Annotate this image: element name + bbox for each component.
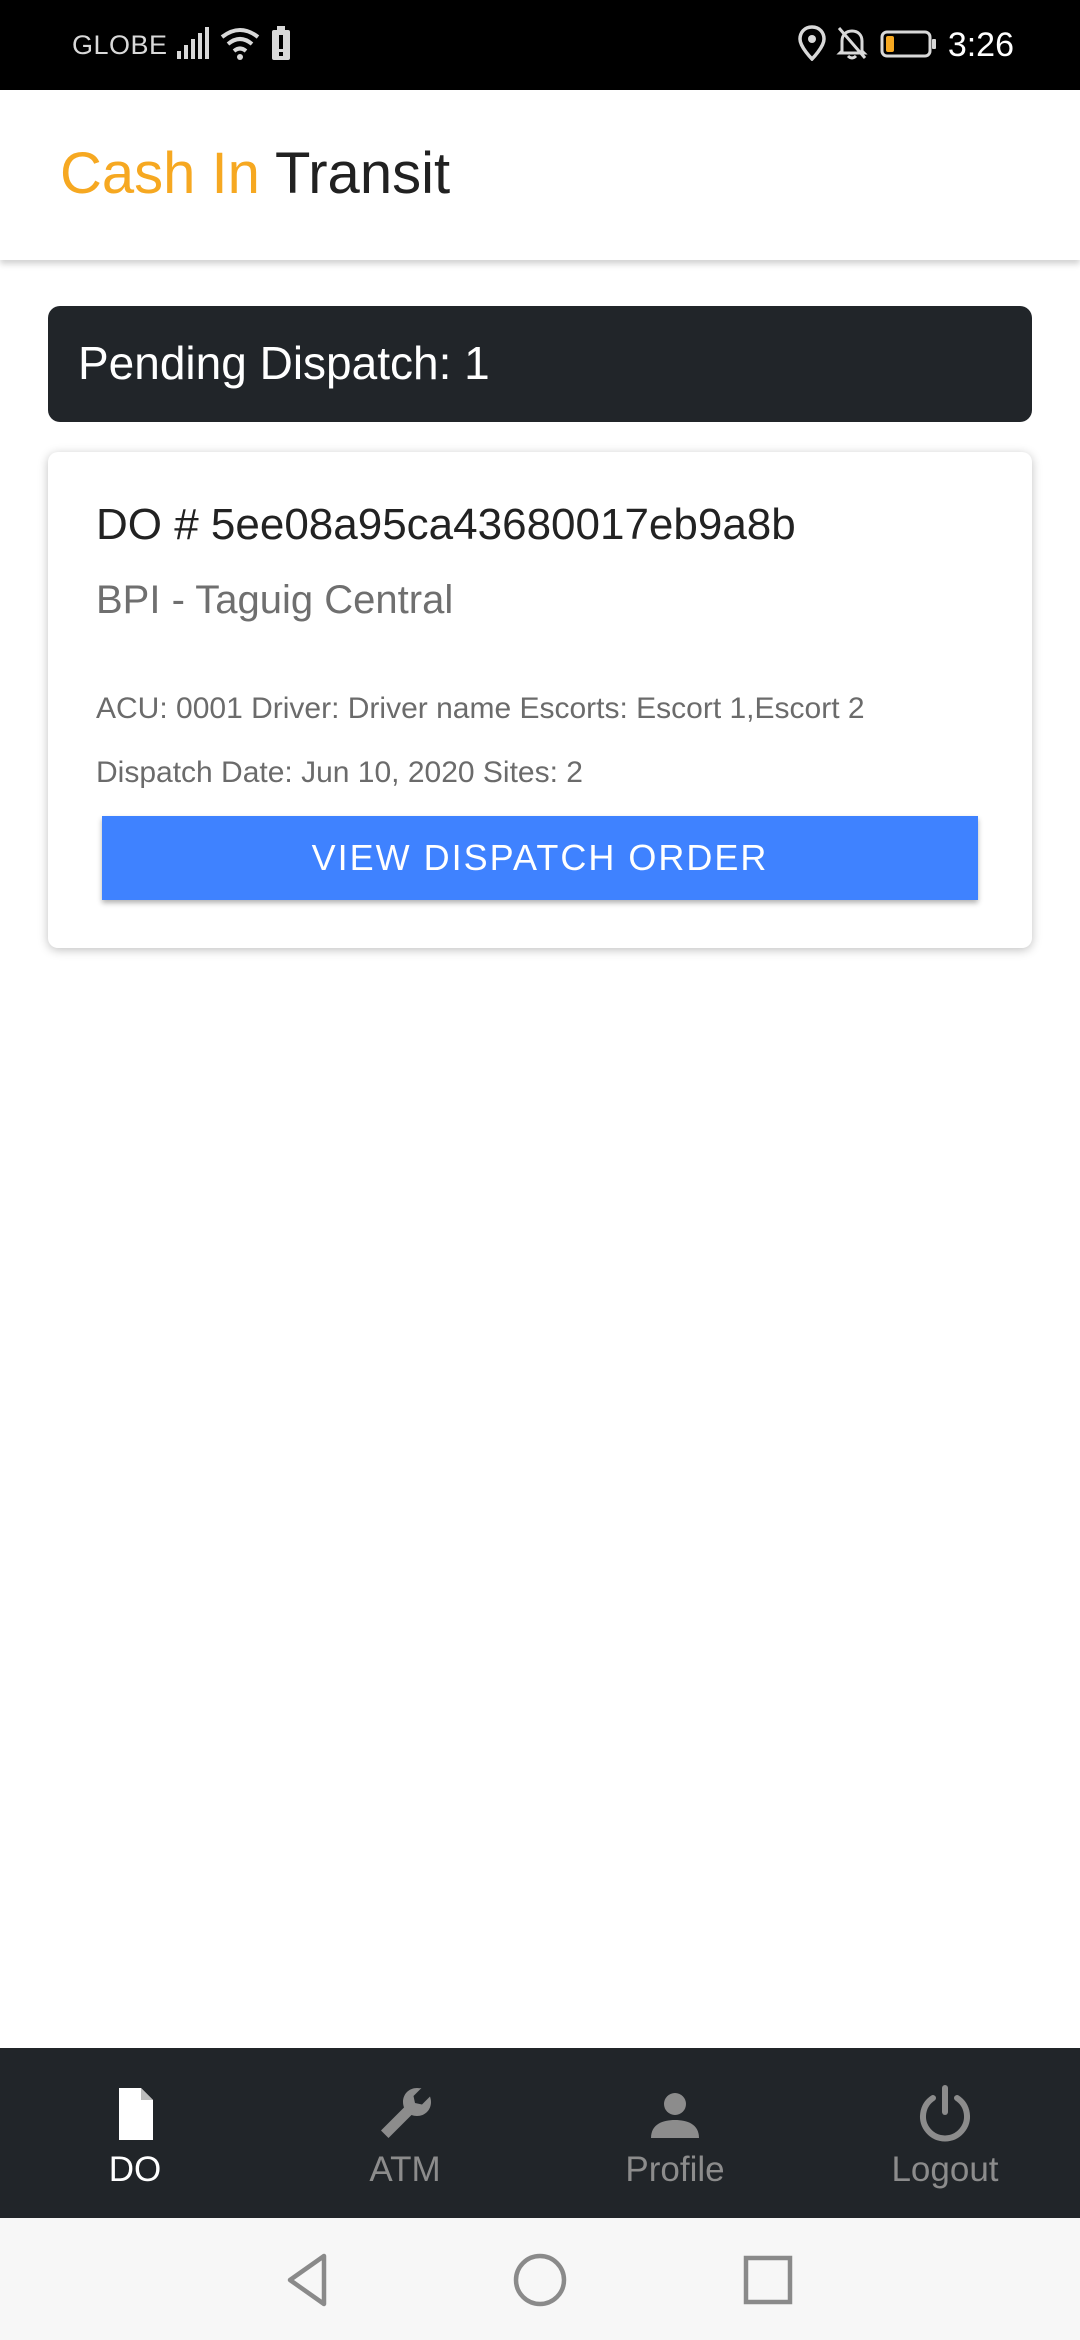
app-title-accent: Cash In — [60, 141, 260, 206]
do-number: DO # 5ee08a95ca43680017eb9a8b — [96, 500, 796, 549]
site-name: BPI - Taguig Central — [96, 578, 454, 622]
app-title-main: Transit — [274, 141, 451, 206]
app-title: Cash In Transit — [60, 140, 450, 207]
home-icon[interactable] — [508, 2248, 572, 2312]
status-bar: GLOBE 3:26 — [0, 0, 1080, 90]
bottom-nav: DO ATM Profile Logout — [0, 2048, 1080, 2218]
pending-dispatch-count: Pending Dispatch: 1 — [78, 337, 490, 389]
power-icon — [920, 2085, 970, 2142]
recents-icon[interactable] — [736, 2248, 800, 2312]
pending-dispatch-banner: Pending Dispatch: 1 — [48, 306, 1032, 422]
nav-label-atm: ATM — [369, 2150, 441, 2189]
view-dispatch-order-button[interactable]: VIEW DISPATCH ORDER — [102, 816, 978, 900]
document-icon — [119, 2088, 153, 2140]
nav-item-atm[interactable]: ATM — [270, 2048, 540, 2218]
notifications-off-icon — [836, 27, 868, 60]
back-icon[interactable] — [276, 2248, 340, 2312]
battery-icon — [880, 30, 936, 58]
nav-label-profile: Profile — [625, 2150, 725, 2189]
person-icon — [651, 2093, 699, 2138]
nav-item-logout[interactable]: Logout — [810, 2048, 1080, 2218]
nav-item-do[interactable]: DO — [0, 2048, 270, 2218]
app-bar: Cash In Transit — [0, 90, 1080, 260]
dispatch-details: Dispatch Date: Jun 10, 2020 Sites: 2 — [96, 756, 583, 789]
crew-details: ACU: 0001 Driver: Driver name Escorts: E… — [96, 692, 865, 725]
nav-item-profile[interactable]: Profile — [540, 2048, 810, 2218]
wrench-icon — [381, 2088, 431, 2138]
nav-label-do: DO — [108, 2150, 162, 2189]
nav-label-logout: Logout — [891, 2150, 999, 2189]
clock-time: 3:26 — [947, 26, 1014, 64]
carrier-name: GLOBE — [72, 30, 168, 60]
battery-saver-icon — [272, 26, 290, 60]
signal-icon — [177, 27, 209, 59]
system-nav-bar — [0, 2218, 1080, 2340]
wifi-icon — [220, 28, 260, 60]
location-icon — [798, 25, 826, 61]
dispatch-order-card: DO # 5ee08a95ca43680017eb9a8b BPI - Tagu… — [48, 452, 1032, 948]
